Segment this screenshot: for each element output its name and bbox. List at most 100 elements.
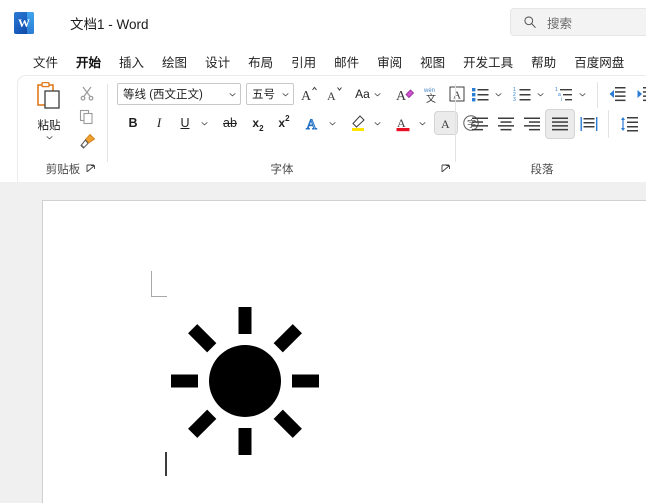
chevron-down-icon (373, 121, 381, 125)
character-shading-button[interactable]: A (435, 112, 457, 134)
copy-icon (79, 109, 93, 125)
svg-text:3: 3 (513, 97, 516, 102)
underline-dropdown-button[interactable] (196, 112, 212, 134)
tab-references[interactable]: 引用 (282, 50, 325, 76)
multilevel-list-dropdown-button[interactable] (576, 82, 589, 106)
document-title: 文档1 - Word (70, 17, 149, 32)
numbering-button[interactable]: 1 2 3 (510, 82, 534, 106)
tab-baidu-netdisk[interactable]: 百度网盘 (565, 50, 633, 76)
bullets-button[interactable] (468, 82, 492, 106)
clipboard-dialog-launcher-icon[interactable] (86, 164, 98, 176)
search-icon (524, 16, 536, 28)
cut-button[interactable] (76, 82, 98, 104)
tab-review[interactable]: 审阅 (368, 50, 411, 76)
font-color-dropdown-button[interactable] (415, 112, 429, 134)
font-group-label: 字体 (270, 164, 294, 176)
line-spacing-button[interactable] (616, 112, 642, 136)
italic-button[interactable]: I (148, 112, 170, 134)
text-highlight-icon (352, 115, 365, 131)
phonetic-guide-button[interactable]: wén 文 (419, 82, 443, 106)
format-painter-button[interactable] (76, 130, 98, 152)
tab-draw[interactable]: 绘图 (153, 50, 196, 76)
font-size-combobox[interactable]: 五号 (246, 83, 294, 105)
align-right-icon (524, 117, 540, 130)
bullets-dropdown-button[interactable] (492, 82, 505, 106)
character-shading-icon: A (441, 117, 450, 131)
title-bar: W 文档1 - Word 搜索 (0, 0, 646, 46)
document-content-icon[interactable] (171, 307, 319, 455)
chevron-down-icon (229, 92, 236, 96)
distribute-icon (580, 117, 598, 131)
tab-home[interactable]: 开始 (67, 50, 110, 77)
word-app-icon-letter: W (18, 16, 30, 30)
sun-icon (171, 307, 319, 455)
strikethrough-button[interactable]: ab (218, 112, 242, 134)
document-page[interactable] (42, 200, 646, 503)
subscript-index: 2 (259, 124, 264, 133)
multilevel-list-button[interactable]: 1 a i (552, 82, 576, 106)
phonetic-guide-icon: wén 文 (423, 88, 436, 104)
clear-formatting-icon: A (396, 89, 414, 104)
chevron-down-icon (418, 121, 426, 125)
chevron-down-icon (200, 121, 208, 125)
shrink-font-icon: A (327, 87, 342, 103)
word-app-icon: W (14, 12, 34, 34)
decrease-indent-icon (609, 87, 626, 102)
font-color-button[interactable]: A (391, 112, 415, 134)
justify-icon (552, 117, 568, 130)
paste-button[interactable]: 粘贴 (26, 82, 72, 156)
subscript-button[interactable]: x2 (246, 112, 270, 134)
svg-text:文: 文 (426, 92, 436, 104)
copy-button[interactable] (76, 106, 98, 128)
shrink-font-button[interactable]: A (323, 82, 345, 106)
tab-design[interactable]: 设计 (196, 50, 239, 76)
format-painter-icon (79, 133, 95, 149)
font-name-combobox[interactable]: 等线 (西文正文) (117, 83, 241, 105)
align-center-button[interactable] (494, 112, 518, 136)
bullet-list-icon (472, 88, 489, 102)
text-highlight-button[interactable] (346, 112, 370, 134)
svg-text:A: A (396, 89, 407, 104)
tab-help[interactable]: 帮助 (522, 50, 565, 76)
tab-file[interactable]: 文件 (24, 50, 67, 76)
text-highlight-dropdown-button[interactable] (370, 112, 384, 134)
underline-label: U (180, 116, 190, 130)
decrease-indent-button[interactable] (605, 82, 629, 106)
numbering-dropdown-button[interactable] (534, 82, 547, 106)
multilevel-list-icon: 1 a i (555, 87, 572, 102)
strikethrough-label: ab (223, 116, 237, 130)
chevron-down-icon (328, 121, 336, 125)
tab-view[interactable]: 视图 (411, 50, 454, 76)
scissors-icon (80, 86, 94, 101)
change-case-button[interactable]: Aa (351, 82, 385, 106)
search-box[interactable]: 搜索 (510, 8, 646, 36)
underline-button[interactable]: U (174, 112, 196, 134)
word-application-window: W 文档1 - Word 搜索 文件 开始 插入 绘图 设计 布局 引用 邮件 … (0, 0, 646, 503)
increase-indent-icon (637, 87, 646, 102)
increase-indent-button[interactable] (633, 82, 646, 106)
distribute-button[interactable] (577, 112, 601, 136)
numbered-list-icon: 1 2 3 (513, 87, 531, 102)
clear-formatting-button[interactable]: A (393, 82, 417, 106)
align-left-button[interactable] (468, 112, 492, 136)
ribbon-group-font: 等线 (西文正文) 五号 A A Aa A wén 文 A B I U ab x… (108, 76, 479, 182)
align-right-button[interactable] (520, 112, 544, 136)
bold-button[interactable]: B (122, 112, 144, 134)
tab-insert[interactable]: 插入 (110, 50, 153, 76)
text-cursor (165, 452, 167, 476)
text-effects-dropdown-button[interactable] (325, 112, 339, 134)
svg-text:A: A (397, 116, 406, 130)
line-spacing-icon (620, 117, 638, 132)
superscript-button[interactable]: x2 (272, 112, 296, 134)
justify-button[interactable] (546, 110, 574, 138)
tab-developer[interactable]: 开发工具 (454, 50, 522, 76)
italic-label: I (156, 115, 162, 130)
paragraph-inner-divider-2 (608, 110, 609, 138)
chevron-down-icon (45, 136, 53, 140)
grow-font-button[interactable]: A (298, 82, 320, 106)
text-effects-button[interactable]: A (301, 112, 325, 134)
tab-mailings[interactable]: 邮件 (325, 50, 368, 76)
tab-layout[interactable]: 布局 (239, 50, 282, 76)
font-size-value: 五号 (252, 89, 275, 101)
superscript-label: x (278, 116, 286, 130)
